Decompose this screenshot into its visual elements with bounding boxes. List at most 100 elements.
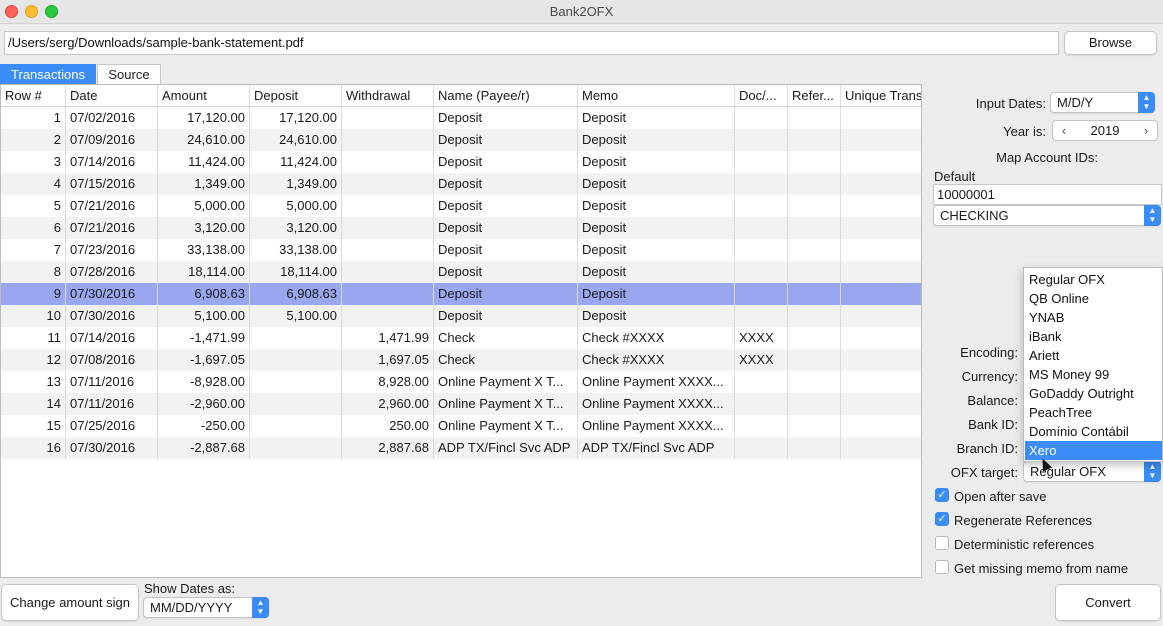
- menu-item-peachtree[interactable]: PeachTree: [1025, 403, 1162, 422]
- menu-item-ms-money-99[interactable]: MS Money 99: [1025, 365, 1162, 384]
- column-header-name[interactable]: Name (Payee/r): [434, 85, 578, 107]
- cell-payee-name: Online Payment X T...: [434, 415, 578, 437]
- table-row[interactable]: 7 07/23/2016 33,138.00 33,138.00 Deposit Depo…: [1, 239, 921, 261]
- cell-unique-trans: [841, 437, 921, 459]
- tab-transactions[interactable]: Transactions: [0, 64, 96, 84]
- cell-date: 07/21/2016: [66, 195, 158, 217]
- column-header-date[interactable]: Date: [66, 85, 158, 107]
- table-row[interactable]: 10 07/30/2016 5,100.00 5,100.00 Deposit Depos…: [1, 305, 921, 327]
- window-title: Bank2OFX: [549, 4, 614, 19]
- tab-source[interactable]: Source: [97, 64, 161, 84]
- table-row[interactable]: 3 07/14/2016 11,424.00 11,424.00 Deposit Depo…: [1, 151, 921, 173]
- cell-doc: [735, 195, 788, 217]
- cell-withdrawal: 250.00: [342, 415, 434, 437]
- table-row[interactable]: 13 07/11/2016 -8,928.00 8,928.00 Online Paym…: [1, 371, 921, 393]
- table-row[interactable]: 8 07/28/2016 18,114.00 18,114.00 Deposit Depo…: [1, 261, 921, 283]
- cell-amount: 5,000.00: [158, 195, 250, 217]
- table-row[interactable]: 14 07/11/2016 -2,960.00 2,960.00 Online Paym…: [1, 393, 921, 415]
- cell-memo: Check #XXXX: [578, 349, 735, 371]
- cell-withdrawal: [342, 261, 434, 283]
- cell-amount: 1,349.00: [158, 173, 250, 195]
- ofx-target-menu[interactable]: Regular OFX QB Online YNAB iBank Ariett …: [1023, 267, 1163, 462]
- convert-button[interactable]: Convert: [1055, 584, 1161, 621]
- get-missing-memo-checkbox[interactable]: [935, 560, 949, 574]
- menu-item-ariett[interactable]: Ariett: [1025, 346, 1162, 365]
- cell-deposit: 11,424.00: [250, 151, 342, 173]
- column-header-memo[interactable]: Memo: [578, 85, 735, 107]
- regenerate-references-checkbox[interactable]: ✓: [935, 512, 949, 526]
- cell-amount: -1,697.05: [158, 349, 250, 371]
- get-missing-memo-label: Get missing memo from name: [954, 561, 1129, 576]
- transactions-table[interactable]: Row # Date Amount Deposit Withdrawal Nam…: [0, 84, 922, 578]
- column-header-doc[interactable]: Doc/...: [735, 85, 788, 107]
- cell-deposit: [250, 349, 342, 371]
- file-path-field[interactable]: /Users/serg/Downloads/sample-bank-statem…: [4, 31, 1059, 55]
- cell-withdrawal: [342, 305, 434, 327]
- cell-date: 07/02/2016: [66, 107, 158, 129]
- column-header-withdrawal[interactable]: Withdrawal: [342, 85, 434, 107]
- show-dates-select[interactable]: MM/DD/YYYY ▲ ▼: [143, 597, 269, 618]
- year-stepper[interactable]: ‹ 2019 ›: [1052, 120, 1158, 141]
- menu-item-regular-ofx[interactable]: Regular OFX: [1025, 270, 1162, 289]
- cell-withdrawal: [342, 151, 434, 173]
- year-label: Year is:: [1003, 124, 1046, 139]
- cell-withdrawal: [342, 239, 434, 261]
- encoding-label: Encoding:: [960, 345, 1018, 360]
- table-row[interactable]: 4 07/15/2016 1,349.00 1,349.00 Deposit Deposi…: [1, 173, 921, 195]
- cell-row-number: 5: [1, 195, 66, 217]
- table-row[interactable]: 16 07/30/2016 -2,887.68 2,887.68 ADP TX/Finc…: [1, 437, 921, 459]
- cell-reference: [788, 437, 841, 459]
- cell-memo: Check #XXXX: [578, 327, 735, 349]
- table-body: 1 07/02/2016 17,120.00 17,120.00 Deposit Depo…: [1, 107, 921, 459]
- account-type-select[interactable]: CHECKING ▲ ▼: [933, 205, 1161, 226]
- menu-item-godaddy-outright[interactable]: GoDaddy Outright: [1025, 384, 1162, 403]
- cell-doc: [735, 261, 788, 283]
- cell-amount: -2,960.00: [158, 393, 250, 415]
- column-header-row-number[interactable]: Row #: [1, 85, 66, 107]
- regenerate-references-label: Regenerate References: [954, 513, 1093, 528]
- cell-payee-name: Deposit: [434, 305, 578, 327]
- table-row[interactable]: 5 07/21/2016 5,000.00 5,000.00 Deposit Deposi…: [1, 195, 921, 217]
- cell-withdrawal: 2,960.00: [342, 393, 434, 415]
- cell-unique-trans: [841, 107, 921, 129]
- cell-withdrawal: [342, 283, 434, 305]
- table-row[interactable]: 9 07/30/2016 6,908.63 6,908.63 Deposit Deposi…: [1, 283, 921, 305]
- table-row[interactable]: 15 07/25/2016 -250.00 250.00 Online Payment …: [1, 415, 921, 437]
- cell-unique-trans: [841, 393, 921, 415]
- cell-unique-trans: [841, 349, 921, 371]
- branch-id-label: Branch ID:: [956, 441, 1018, 456]
- cell-row-number: 13: [1, 371, 66, 393]
- account-id-field[interactable]: 10000001: [933, 184, 1162, 205]
- column-header-reference[interactable]: Refer...: [788, 85, 841, 107]
- cell-row-number: 3: [1, 151, 66, 173]
- change-amount-sign-button[interactable]: Change amount sign: [1, 584, 139, 621]
- column-header-amount[interactable]: Amount: [158, 85, 250, 107]
- cell-memo: Deposit: [578, 283, 735, 305]
- table-row[interactable]: 2 07/09/2016 24,610.00 24,610.00 Deposit Depo…: [1, 129, 921, 151]
- column-header-unique-trans[interactable]: Unique Trans: [841, 85, 921, 107]
- deterministic-references-checkbox[interactable]: [935, 536, 949, 550]
- cell-deposit: 3,120.00: [250, 217, 342, 239]
- cell-deposit: [250, 327, 342, 349]
- chevron-right-icon[interactable]: ›: [1138, 121, 1154, 140]
- menu-item-ibank[interactable]: iBank: [1025, 327, 1162, 346]
- cell-doc: [735, 437, 788, 459]
- table-row[interactable]: 1 07/02/2016 17,120.00 17,120.00 Deposit Depo…: [1, 107, 921, 129]
- cell-withdrawal: 8,928.00: [342, 371, 434, 393]
- menu-item-dominio-contabil[interactable]: Domínio Contábil: [1025, 422, 1162, 441]
- cell-amount: -1,471.99: [158, 327, 250, 349]
- table-row[interactable]: 12 07/08/2016 -1,697.05 1,697.05 Check Check …: [1, 349, 921, 371]
- table-row[interactable]: 6 07/21/2016 3,120.00 3,120.00 Deposit Deposi…: [1, 217, 921, 239]
- cell-doc: XXXX: [735, 327, 788, 349]
- input-dates-select[interactable]: M/D/Y ▲ ▼: [1050, 92, 1155, 113]
- menu-item-qb-online[interactable]: QB Online: [1025, 289, 1162, 308]
- bank-id-label: Bank ID:: [968, 417, 1018, 432]
- open-after-save-checkbox[interactable]: ✓: [935, 488, 949, 502]
- cell-reference: [788, 151, 841, 173]
- browse-button[interactable]: Browse: [1064, 31, 1157, 55]
- column-header-deposit[interactable]: Deposit: [250, 85, 342, 107]
- table-row[interactable]: 11 07/14/2016 -1,471.99 1,471.99 Check Check …: [1, 327, 921, 349]
- menu-item-ynab[interactable]: YNAB: [1025, 308, 1162, 327]
- cell-reference: [788, 129, 841, 151]
- chevron-left-icon[interactable]: ‹: [1056, 121, 1072, 140]
